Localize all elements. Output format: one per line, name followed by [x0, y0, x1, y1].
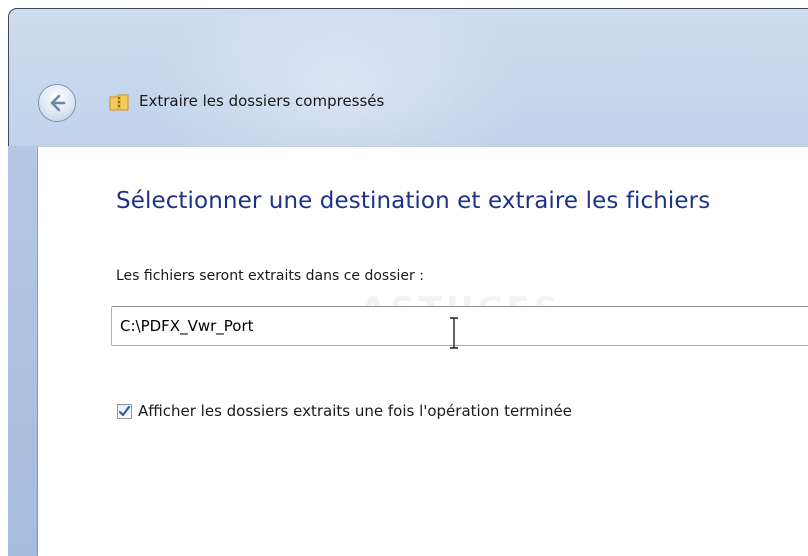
show-extracted-label: Afficher les dossiers extraits une fois …	[138, 402, 572, 420]
back-arrow-icon	[50, 94, 66, 112]
destination-label: Les fichiers seront extraits dans ce dos…	[116, 268, 424, 284]
zip-folder-icon	[109, 94, 129, 111]
text-cursor-icon	[450, 317, 458, 349]
window-left-border	[8, 146, 36, 556]
window-title: Extraire les dossiers compressés	[139, 92, 385, 110]
back-button[interactable]	[38, 84, 76, 122]
checkmark-icon	[118, 405, 131, 416]
page-title: Sélectionner une destination et extraire…	[116, 188, 711, 214]
show-folder-option[interactable]: Afficher les dossiers extraits une fois …	[117, 402, 572, 420]
extract-wizard-screen: Extraire les dossiers compressés Sélecti…	[0, 0, 808, 556]
show-extracted-checkbox[interactable]	[117, 403, 132, 419]
